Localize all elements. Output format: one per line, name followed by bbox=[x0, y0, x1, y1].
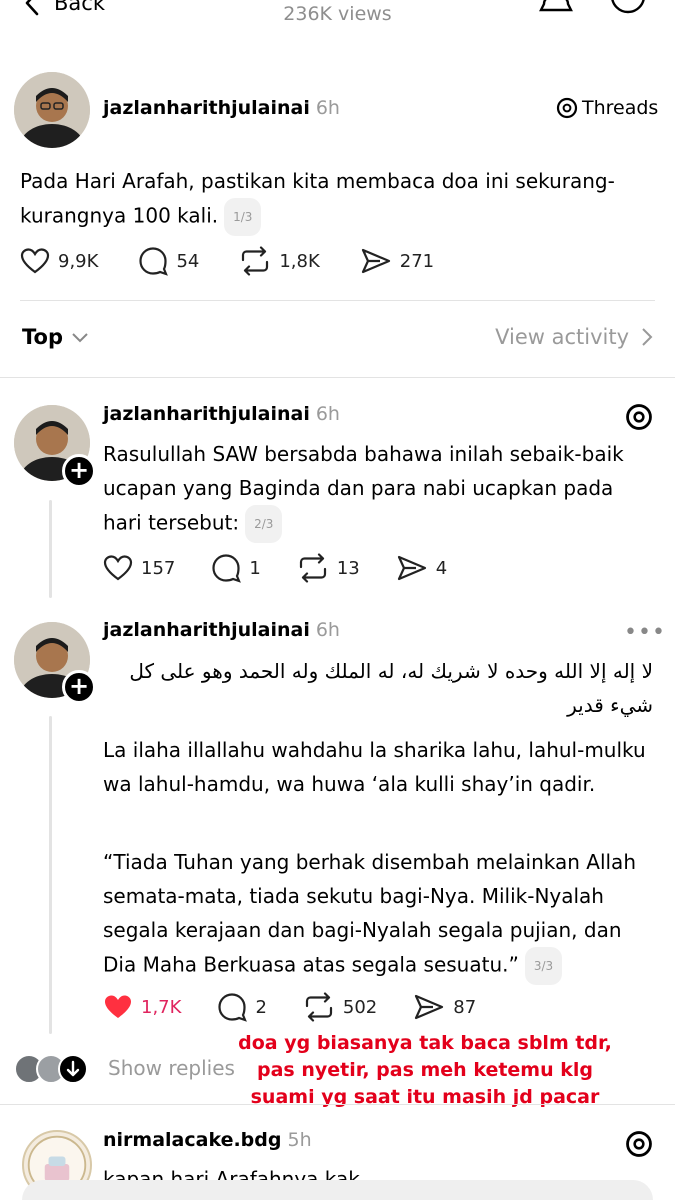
threads-logo-icon bbox=[556, 97, 578, 119]
repost-count: 1,8K bbox=[279, 250, 320, 272]
thread-line bbox=[49, 716, 52, 1034]
send-icon bbox=[397, 555, 426, 581]
post-time: 6h bbox=[315, 97, 340, 119]
username-text[interactable]: jazlanharithjulainai bbox=[103, 97, 310, 119]
more-circle-icon[interactable] bbox=[608, 0, 648, 22]
post-counter: 1/3 bbox=[224, 198, 262, 236]
reply-counter: 3/3 bbox=[524, 947, 563, 985]
post-actions: 9,9K 54 1,8K 271 bbox=[20, 246, 434, 276]
chevron-down-icon bbox=[72, 333, 88, 343]
send-icon bbox=[361, 248, 390, 274]
repost-button[interactable]: 1,8K bbox=[239, 246, 320, 276]
username-text[interactable]: jazlanharithjulainai bbox=[103, 403, 310, 425]
reply-username[interactable]: nirmalacake.bdg 5h bbox=[103, 1129, 312, 1151]
repost-icon bbox=[305, 992, 332, 1022]
username-text[interactable]: nirmalacake.bdg bbox=[103, 1129, 281, 1151]
reply-button[interactable]: 54 bbox=[138, 246, 199, 276]
reply-composer-bar[interactable] bbox=[22, 1180, 653, 1200]
repost-count: 502 bbox=[342, 996, 378, 1018]
reply-time: 6h bbox=[315, 619, 340, 641]
transliteration-text: La ilaha illallahu wahdahu la sharika la… bbox=[103, 738, 646, 796]
follow-plus-icon[interactable]: + bbox=[62, 670, 96, 704]
top-bar: Back 236K views bbox=[0, 0, 675, 30]
bell-icon[interactable] bbox=[538, 0, 574, 22]
repost-icon bbox=[242, 246, 269, 276]
arrow-down-icon bbox=[58, 1054, 88, 1084]
divider bbox=[20, 300, 655, 301]
reply-count: 1 bbox=[249, 557, 261, 579]
like-button[interactable]: 9,9K bbox=[20, 247, 98, 275]
follow-plus-icon[interactable]: + bbox=[62, 454, 96, 488]
threads-logo-icon[interactable] bbox=[625, 1130, 653, 1162]
show-replies-link[interactable]: Show replies bbox=[108, 1056, 235, 1080]
like-button-active[interactable]: 1,7K bbox=[103, 993, 181, 1021]
translation-text: “Tiada Tuhan yang berhak disembah melain… bbox=[103, 845, 658, 985]
avatar[interactable] bbox=[14, 72, 90, 148]
share-button[interactable]: 87 bbox=[413, 993, 476, 1021]
like-count: 9,9K bbox=[58, 250, 99, 272]
threads-logo-icon[interactable] bbox=[625, 403, 653, 435]
repost-button[interactable]: 502 bbox=[303, 992, 377, 1022]
avatar-person-icon bbox=[14, 72, 90, 148]
reply-avatars-stack[interactable] bbox=[14, 1054, 94, 1084]
reply-username[interactable]: jazlanharithjulainai 6h bbox=[103, 403, 340, 425]
comment-icon bbox=[139, 247, 169, 276]
post-username[interactable]: jazlanharithjulainai 6h bbox=[103, 97, 340, 119]
sort-label: Top bbox=[22, 325, 63, 349]
post-body: Pada Hari Arafah, pastikan kita membaca … bbox=[20, 169, 615, 228]
sort-dropdown[interactable]: Top bbox=[22, 325, 89, 349]
more-options-icon[interactable]: ••• bbox=[624, 620, 666, 645]
divider bbox=[0, 377, 675, 378]
comment-icon bbox=[212, 554, 242, 583]
heart-filled-icon bbox=[105, 995, 131, 1018]
send-icon bbox=[415, 994, 444, 1020]
repost-icon bbox=[299, 553, 326, 583]
reply-time: 6h bbox=[315, 403, 340, 425]
repost-button[interactable]: 13 bbox=[297, 553, 360, 583]
divider bbox=[0, 1104, 675, 1105]
reply-count: 54 bbox=[176, 250, 200, 272]
heart-icon bbox=[20, 248, 50, 274]
like-button[interactable]: 157 bbox=[103, 554, 175, 582]
arabic-text: لا إله إلا الله وحده لا شريك له، له المل… bbox=[129, 659, 653, 717]
share-button[interactable]: 4 bbox=[396, 554, 447, 582]
thread-line bbox=[49, 500, 52, 598]
share-count: 4 bbox=[435, 557, 448, 579]
threads-label: Threads bbox=[582, 97, 659, 119]
share-button[interactable]: 271 bbox=[360, 247, 434, 275]
reply-text: Rasulullah SAW bersabda bahawa inilah se… bbox=[103, 437, 653, 543]
post-text: Pada Hari Arafah, pastikan kita membaca … bbox=[20, 164, 660, 236]
like-count: 1,7K bbox=[141, 996, 182, 1018]
reply-body: Rasulullah SAW bersabda bahawa inilah se… bbox=[103, 442, 624, 535]
username-text[interactable]: jazlanharithjulainai bbox=[103, 619, 310, 641]
share-count: 87 bbox=[453, 996, 477, 1018]
reply-actions: 157 1 13 4 bbox=[103, 553, 447, 583]
view-activity-label: View activity bbox=[495, 325, 629, 349]
repost-count: 13 bbox=[336, 557, 360, 579]
reply-actions: 1,7K 2 502 87 bbox=[103, 992, 476, 1022]
reply-button[interactable]: 2 bbox=[217, 992, 267, 1022]
threads-badge[interactable]: Threads bbox=[556, 97, 658, 119]
heart-icon bbox=[103, 555, 133, 581]
reply-counter: 2/3 bbox=[245, 505, 283, 543]
reply-count: 2 bbox=[255, 996, 267, 1018]
reply-username[interactable]: jazlanharithjulainai 6h bbox=[103, 619, 340, 641]
reply-time: 5h bbox=[287, 1129, 312, 1151]
comment-icon bbox=[218, 993, 248, 1022]
like-count: 157 bbox=[141, 557, 176, 579]
chevron-right-icon bbox=[642, 328, 653, 346]
view-activity-link[interactable]: View activity bbox=[495, 325, 653, 349]
overlay-annotation: doa yg biasanya tak baca sblm tdr, pas n… bbox=[238, 1032, 612, 1108]
reply-button[interactable]: 1 bbox=[211, 553, 261, 583]
share-count: 271 bbox=[399, 250, 435, 272]
